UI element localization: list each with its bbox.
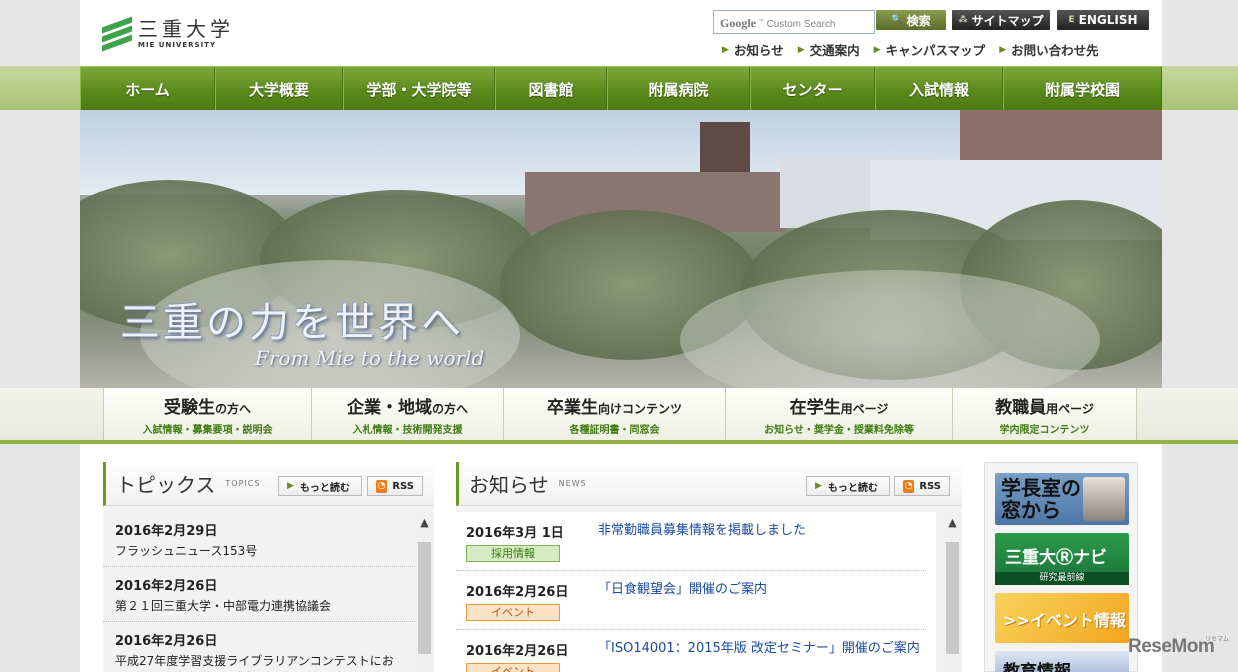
rss-icon: ◔ [376,479,388,493]
util-link-contact[interactable]: ▶ お問い合わせ先 [999,40,1098,59]
logo-jp: 三重大学 [138,17,234,41]
list-item[interactable]: 2016年3月 1日 採用情報 非常勤職員募集情報を掲載しました [456,512,926,571]
category-badge: イベント [466,604,560,621]
arrow-right-icon: ▶ [815,481,822,491]
list-item[interactable]: 2016年2月26日 平成27年度学習支援ライブラリアンコンテストにおいて、三重… [103,622,415,672]
arrow-right-icon: ▶ [722,44,729,55]
list-item[interactable]: 2016年2月26日 イベント 「ISO14001：2015年版 改定セミナー」… [456,630,926,672]
news-more-button[interactable]: ▶ もっと読む [806,476,890,496]
arrow-right-icon: ▶ [999,44,1007,55]
nav-centers[interactable]: センター [750,67,875,111]
hero-title: 三重の力を世界へ [120,300,464,346]
sitemap-button[interactable]: ⁂ サイトマップ [952,10,1050,30]
util-link-campus-map[interactable]: ▶ キャンパスマップ [874,40,986,59]
university-logo[interactable]: 三重大学 MIE UNIVERSITY [102,16,234,52]
audience-companies[interactable]: 企業・地域の方へ 入札情報・技術開発支援 [312,388,504,440]
news-rss-button[interactable]: ◔ RSS [894,476,950,496]
topics-more-button[interactable]: ▶ もっと読む [278,476,362,496]
nav-faculties[interactable]: 学部・大学院等 [343,67,495,111]
nav-home[interactable]: ホーム [80,67,215,111]
resemom-watermark: ReseMom [1128,636,1215,657]
utility-links: ▶ お知らせ ▶ 交通案内 ▶ キャンパスマップ ▶ お問い合わせ先 [722,40,1099,59]
audience-staff[interactable]: 教職員用ページ 学内限定コンテンツ [953,388,1137,440]
english-icon: E [1068,15,1075,25]
topics-rss-button[interactable]: ◔ RSS [367,476,423,496]
scrollbar-thumb[interactable] [418,542,431,654]
global-nav: ホーム 大学概要 学部・大学院等 図書館 附属病院 センター 入試情報 附属学校… [80,66,1162,111]
list-item[interactable]: 2016年2月26日 イベント 「日食観望会」開催のご案内 [456,571,926,630]
magnifier-icon: 🔍 [891,15,903,25]
news-link[interactable]: 「日食観望会」開催のご案内 [598,581,767,621]
arrow-right-icon: ▶ [797,44,805,55]
nav-about[interactable]: 大学概要 [215,67,343,111]
arrow-right-icon: ▶ [873,44,881,55]
news-scrollbar[interactable]: ▲ [943,512,962,672]
hero-subtitle: From Mie to the world [255,346,485,370]
topics-title-en: TOPICS [225,479,261,488]
audience-tabs: 受験生の方へ 入試情報・募集要項・説明会 企業・地域の方へ 入札情報・技術開発支… [103,388,1137,440]
category-badge: イベント [466,663,560,672]
resemom-watermark-kana: リセマム [1205,636,1230,643]
news-panel: お知らせ NEWS ▶ もっと読む ◔ RSS 2016年3月 1日 採用情報 非常… [456,462,962,672]
logo-mark-icon [102,16,132,52]
president-photo [1083,477,1125,521]
research-navi-banner[interactable]: 三重大Ⓡナビ 研究最前線 [995,533,1129,585]
util-link-news[interactable]: ▶ お知らせ [722,40,784,59]
topics-list: 2016年2月29日 フラッシュニュース153号 2016年2月26日 第２１回… [103,512,415,672]
news-list: 2016年3月 1日 採用情報 非常勤職員募集情報を掲載しました 2016年2月… [456,512,936,672]
chevron-up-icon[interactable]: ▲ [943,512,962,530]
news-link[interactable]: 非常勤職員募集情報を掲載しました [598,522,806,562]
scrollbar-thumb[interactable] [946,542,959,654]
president-office-banner[interactable]: 学長室の窓から [995,473,1129,525]
event-info-banner[interactable]: >>イベント情報 [995,593,1129,643]
search-input[interactable]: Google ™ Custom Search [713,10,875,34]
category-badge: 採用情報 [466,545,560,562]
list-item[interactable]: 2016年2月26日 第２１回三重大学・中部電力連携協議会 [103,567,415,622]
search-button[interactable]: 🔍 検索 [876,10,946,30]
search-placeholder: Custom Search [766,19,836,30]
google-brand: Google [720,16,756,30]
audience-current-students[interactable]: 在学生用ページ お知らせ・奨学金・授業料免除等 [726,388,953,440]
sitemap-icon: ⁂ [958,15,968,25]
chevron-up-icon[interactable]: ▲ [415,512,434,530]
arrow-right-icon: ▶ [287,481,294,491]
topics-panel: トピックス TOPICS ▶ もっと読む ◔ RSS 2016年2月29日 フラッシ… [103,462,434,672]
topics-title: トピックス [116,473,216,497]
audience-alumni[interactable]: 卒業生向けコンテンツ 各種証明書・同窓会 [504,388,726,440]
nav-hospital[interactable]: 附属病院 [607,67,750,111]
education-info-banner[interactable]: 教育情報 [995,651,1129,672]
nav-library[interactable]: 図書館 [495,67,607,111]
side-banners: 学長室の窓から 三重大Ⓡナビ 研究最前線 >>イベント情報 教育情報 [984,462,1138,672]
audience-prospective-students[interactable]: 受験生の方へ 入試情報・募集要項・説明会 [104,388,312,440]
news-link[interactable]: 「ISO14001：2015年版 改定セミナー」開催のご案内 [598,640,920,672]
util-link-access[interactable]: ▶ 交通案内 [798,40,860,59]
nav-admission[interactable]: 入試情報 [875,67,1003,111]
logo-en: MIE UNIVERSITY [138,41,217,49]
list-item[interactable]: 2016年2月29日 フラッシュニュース153号 [103,512,415,567]
rss-icon: ◔ [903,479,915,493]
news-title-en: NEWS [558,479,587,488]
english-button[interactable]: E ENGLISH [1057,10,1149,30]
news-title: お知らせ [469,473,549,497]
hero-banner[interactable]: 三重の力を世界へ From Mie to the world [80,110,1162,388]
nav-attached-schools[interactable]: 附属学校園 [1003,67,1162,111]
topics-scrollbar[interactable]: ▲ [415,512,434,672]
